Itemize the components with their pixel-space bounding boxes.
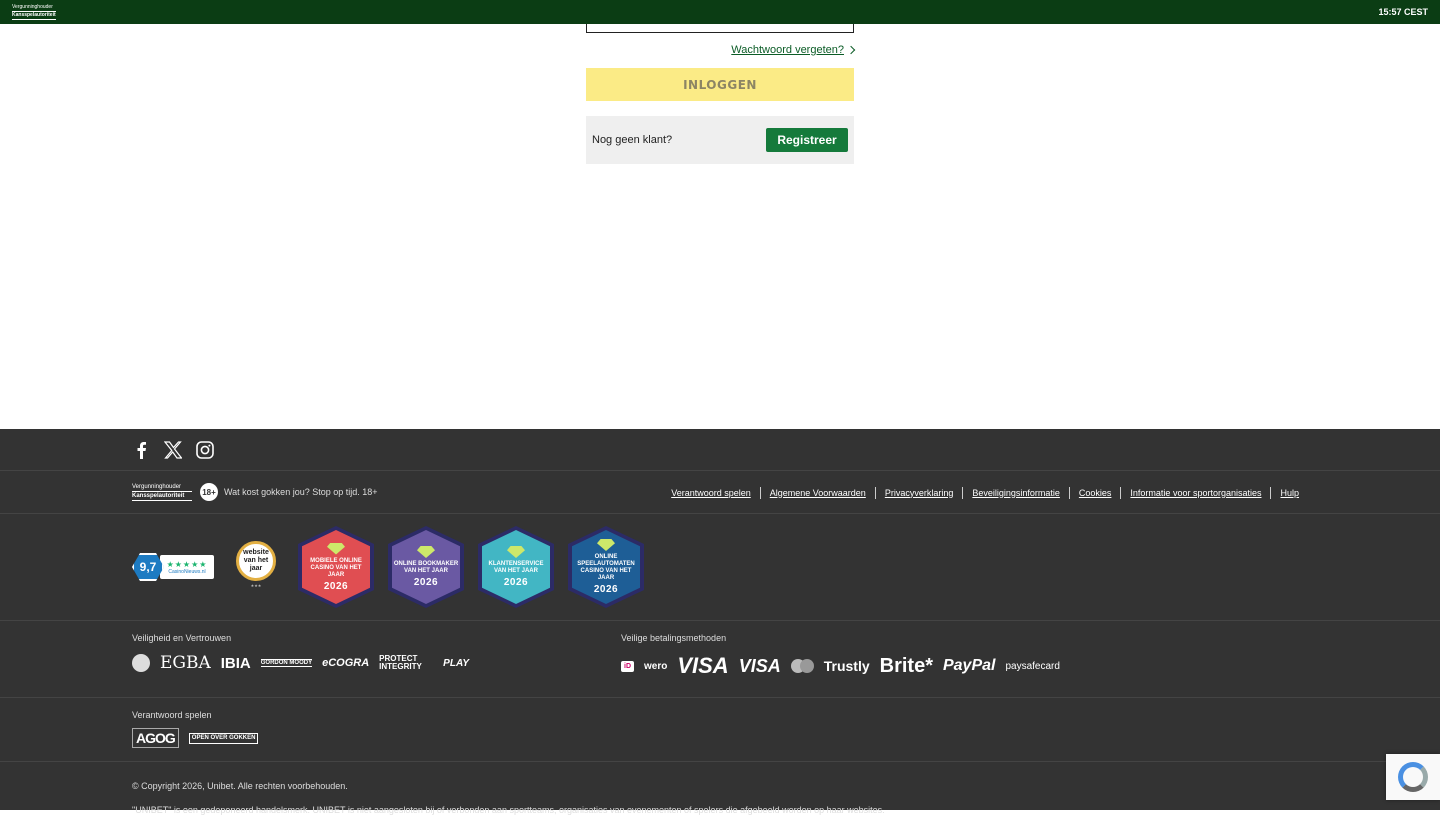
ksa-footer-line2: Kansspelautoriteit — [132, 490, 192, 501]
award-badge-bookmaker: ONLINE BOOKMAKER VAN HET JAAR 2026 — [388, 526, 464, 608]
shield-logo-icon — [132, 654, 150, 672]
no-account-label: Nog geen klant? — [592, 134, 673, 146]
gem-icon — [327, 542, 345, 555]
chevron-right-icon — [846, 45, 856, 55]
login-button[interactable]: INLOGGEN — [586, 68, 854, 101]
website-award-seal: ★★★ — [250, 583, 262, 588]
clock: 15:57 CEST — [1378, 7, 1428, 17]
award-year: 2026 — [593, 584, 619, 595]
trust-logos: EGBA IBIA GORDON MOODY eCOGRA PROTECT IN… — [132, 653, 469, 673]
link-algemene-voorwaarden[interactable]: Algemene Voorwaarden — [759, 486, 875, 499]
instagram-icon[interactable] — [196, 440, 214, 459]
forgot-password-link[interactable]: Wachtwoord vergeten? — [731, 44, 844, 56]
legal-row: Vergunninghouder Kansspelautoriteit 18+ … — [0, 471, 1440, 514]
password-field[interactable] — [586, 24, 854, 33]
register-button[interactable]: Registreer — [766, 128, 848, 152]
agog-logo[interactable]: AGOG — [132, 728, 179, 748]
award-title: MOBIELE ONLINE CASINO VAN HET JAAR — [310, 557, 362, 578]
rating-stars: ★★★★★ CasinoNieuws.nl — [160, 555, 214, 579]
footer-links: Verantwoord spelen Algemene Voorwaarden … — [662, 471, 1308, 514]
ibia-logo: IBIA — [220, 654, 251, 672]
link-sportorganisaties[interactable]: Informatie voor sportorganisaties — [1120, 486, 1270, 499]
protect-integrity-logo: PROTECT INTEGRITY — [379, 654, 422, 671]
copyright-section: © Copyright 2026, Unibet. Alle rechten v… — [0, 762, 1440, 822]
recaptcha-badge[interactable] — [1386, 754, 1440, 800]
responsible-logos: AGOG OPEN OVER GOKKEN — [132, 728, 1440, 748]
top-bar: Vergunninghouder Kansspelautoriteit 15:5… — [0, 0, 1440, 24]
ksa-line2: Kansspelautoriteit — [12, 10, 56, 20]
award-title: ONLINE SPEELAUTOMATEN CASINO VAN HET JAA… — [577, 554, 635, 581]
mastercard-icon — [790, 659, 814, 673]
website-van-het-jaar-badge: website van het jaar ★★★ — [236, 541, 276, 593]
ecogra-logo: eCOGRA — [322, 657, 370, 669]
link-cookies[interactable]: Cookies — [1068, 486, 1121, 499]
paypal-logo: PayPal — [942, 657, 996, 674]
link-verantwoord-spelen[interactable]: Verantwoord spelen — [662, 487, 760, 499]
facebook-icon[interactable] — [132, 441, 150, 459]
forgot-password[interactable]: Wachtwoord vergeten? — [586, 44, 856, 56]
responsible-title: Verantwoord spelen — [132, 710, 212, 720]
ksa-footer-line1: Vergunninghouder — [132, 483, 182, 490]
login-form: Wachtwoord vergeten? INLOGGEN Nog geen k… — [586, 24, 856, 164]
recaptcha-icon — [1398, 762, 1428, 792]
ksa-logo: Vergunninghouder Kansspelautoriteit — [12, 3, 56, 20]
payments-section: Veilige betalingsmethoden iD wero VISA V… — [621, 633, 1060, 679]
egba-logo: EGBA — [160, 653, 211, 673]
visa-logo: VISA — [677, 653, 729, 678]
play-logo: PLAY — [443, 657, 470, 669]
award-year: 2026 — [323, 580, 349, 592]
casinonieuws-rating[interactable]: 9,7 ★★★★★ CasinoNieuws.nl — [132, 553, 214, 581]
award-year: 2026 — [503, 577, 529, 588]
award-badge-mobile-casino: MOBIELE ONLINE CASINO VAN HET JAAR 2026 — [298, 526, 374, 608]
link-beveiligingsinformatie[interactable]: Beveiligingsinformatie — [962, 486, 1069, 499]
payment-logos: iD wero VISA VISA Trustly Brite* PayPal … — [621, 653, 1060, 679]
gambling-warning: Wat kost gokken jou? Stop op tijd. 18+ — [224, 487, 378, 497]
brite-logo: Brite* — [879, 654, 933, 677]
award-title: ONLINE BOOKMAKER VAN HET JAAR — [393, 561, 459, 574]
x-icon[interactable] — [164, 440, 182, 459]
gem-icon — [597, 539, 615, 551]
rating-site: CasinoNieuws.nl — [168, 568, 206, 575]
award-year: 2026 — [413, 577, 439, 588]
ksa-line1: Vergunninghouder — [12, 3, 53, 10]
open-over-gokken-logo[interactable]: OPEN OVER GOKKEN — [188, 732, 259, 744]
gem-icon — [417, 546, 435, 558]
link-privacyverklaring[interactable]: Privacyverklaring — [874, 486, 963, 499]
awards-row: 9,7 ★★★★★ CasinoNieuws.nl website van he… — [0, 514, 1440, 621]
copyright-text: © Copyright 2026, Unibet. Alle rechten v… — [132, 781, 348, 791]
award-badge-speelautomaten: ONLINE SPEELAUTOMATEN CASINO VAN HET JAA… — [568, 526, 644, 608]
ksa-footer-logo: Vergunninghouder Kansspelautoriteit — [132, 484, 192, 501]
link-hulp[interactable]: Hulp — [1270, 486, 1308, 499]
website-award-label: website van het jaar — [236, 541, 276, 581]
trademark-text: "UNIBET" is een gedeponeerd handelsmerk.… — [132, 805, 885, 815]
award-badge-klantenservice: KLANTENSERVICE VAN HET JAAR 2026 — [478, 526, 554, 608]
payments-title: Veilige betalingsmethoden — [621, 633, 727, 643]
register-box: Nog geen klant? Registreer — [586, 116, 854, 164]
footer: Vergunninghouder Kansspelautoriteit 18+ … — [0, 429, 1440, 815]
social-links — [0, 429, 1440, 471]
responsible-gaming-row: Verantwoord spelen AGOG OPEN OVER GOKKEN — [0, 698, 1440, 762]
trust-section: Veiligheid en Vertrouwen EGBA IBIA GORDO… — [132, 633, 469, 673]
gordon-moody-logo: GORDON MOODY — [260, 659, 313, 667]
paysafecard-logo: paysafecard — [1005, 660, 1060, 672]
age-18-badge: 18+ — [200, 483, 218, 501]
star-icons: ★★★★★ — [166, 559, 208, 569]
visa-electron-logo: VISA — [738, 655, 781, 676]
wero-logo: wero — [644, 660, 668, 672]
award-title: KLANTENSERVICE VAN HET JAAR — [488, 561, 544, 574]
trust-title: Veiligheid en Vertrouwen — [132, 633, 232, 643]
trustly-logo: Trustly — [823, 658, 870, 674]
trust-payments-row: Veiligheid en Vertrouwen EGBA IBIA GORDO… — [0, 621, 1440, 698]
gem-icon — [507, 546, 525, 558]
ideal-logo-icon: iD — [621, 660, 634, 672]
